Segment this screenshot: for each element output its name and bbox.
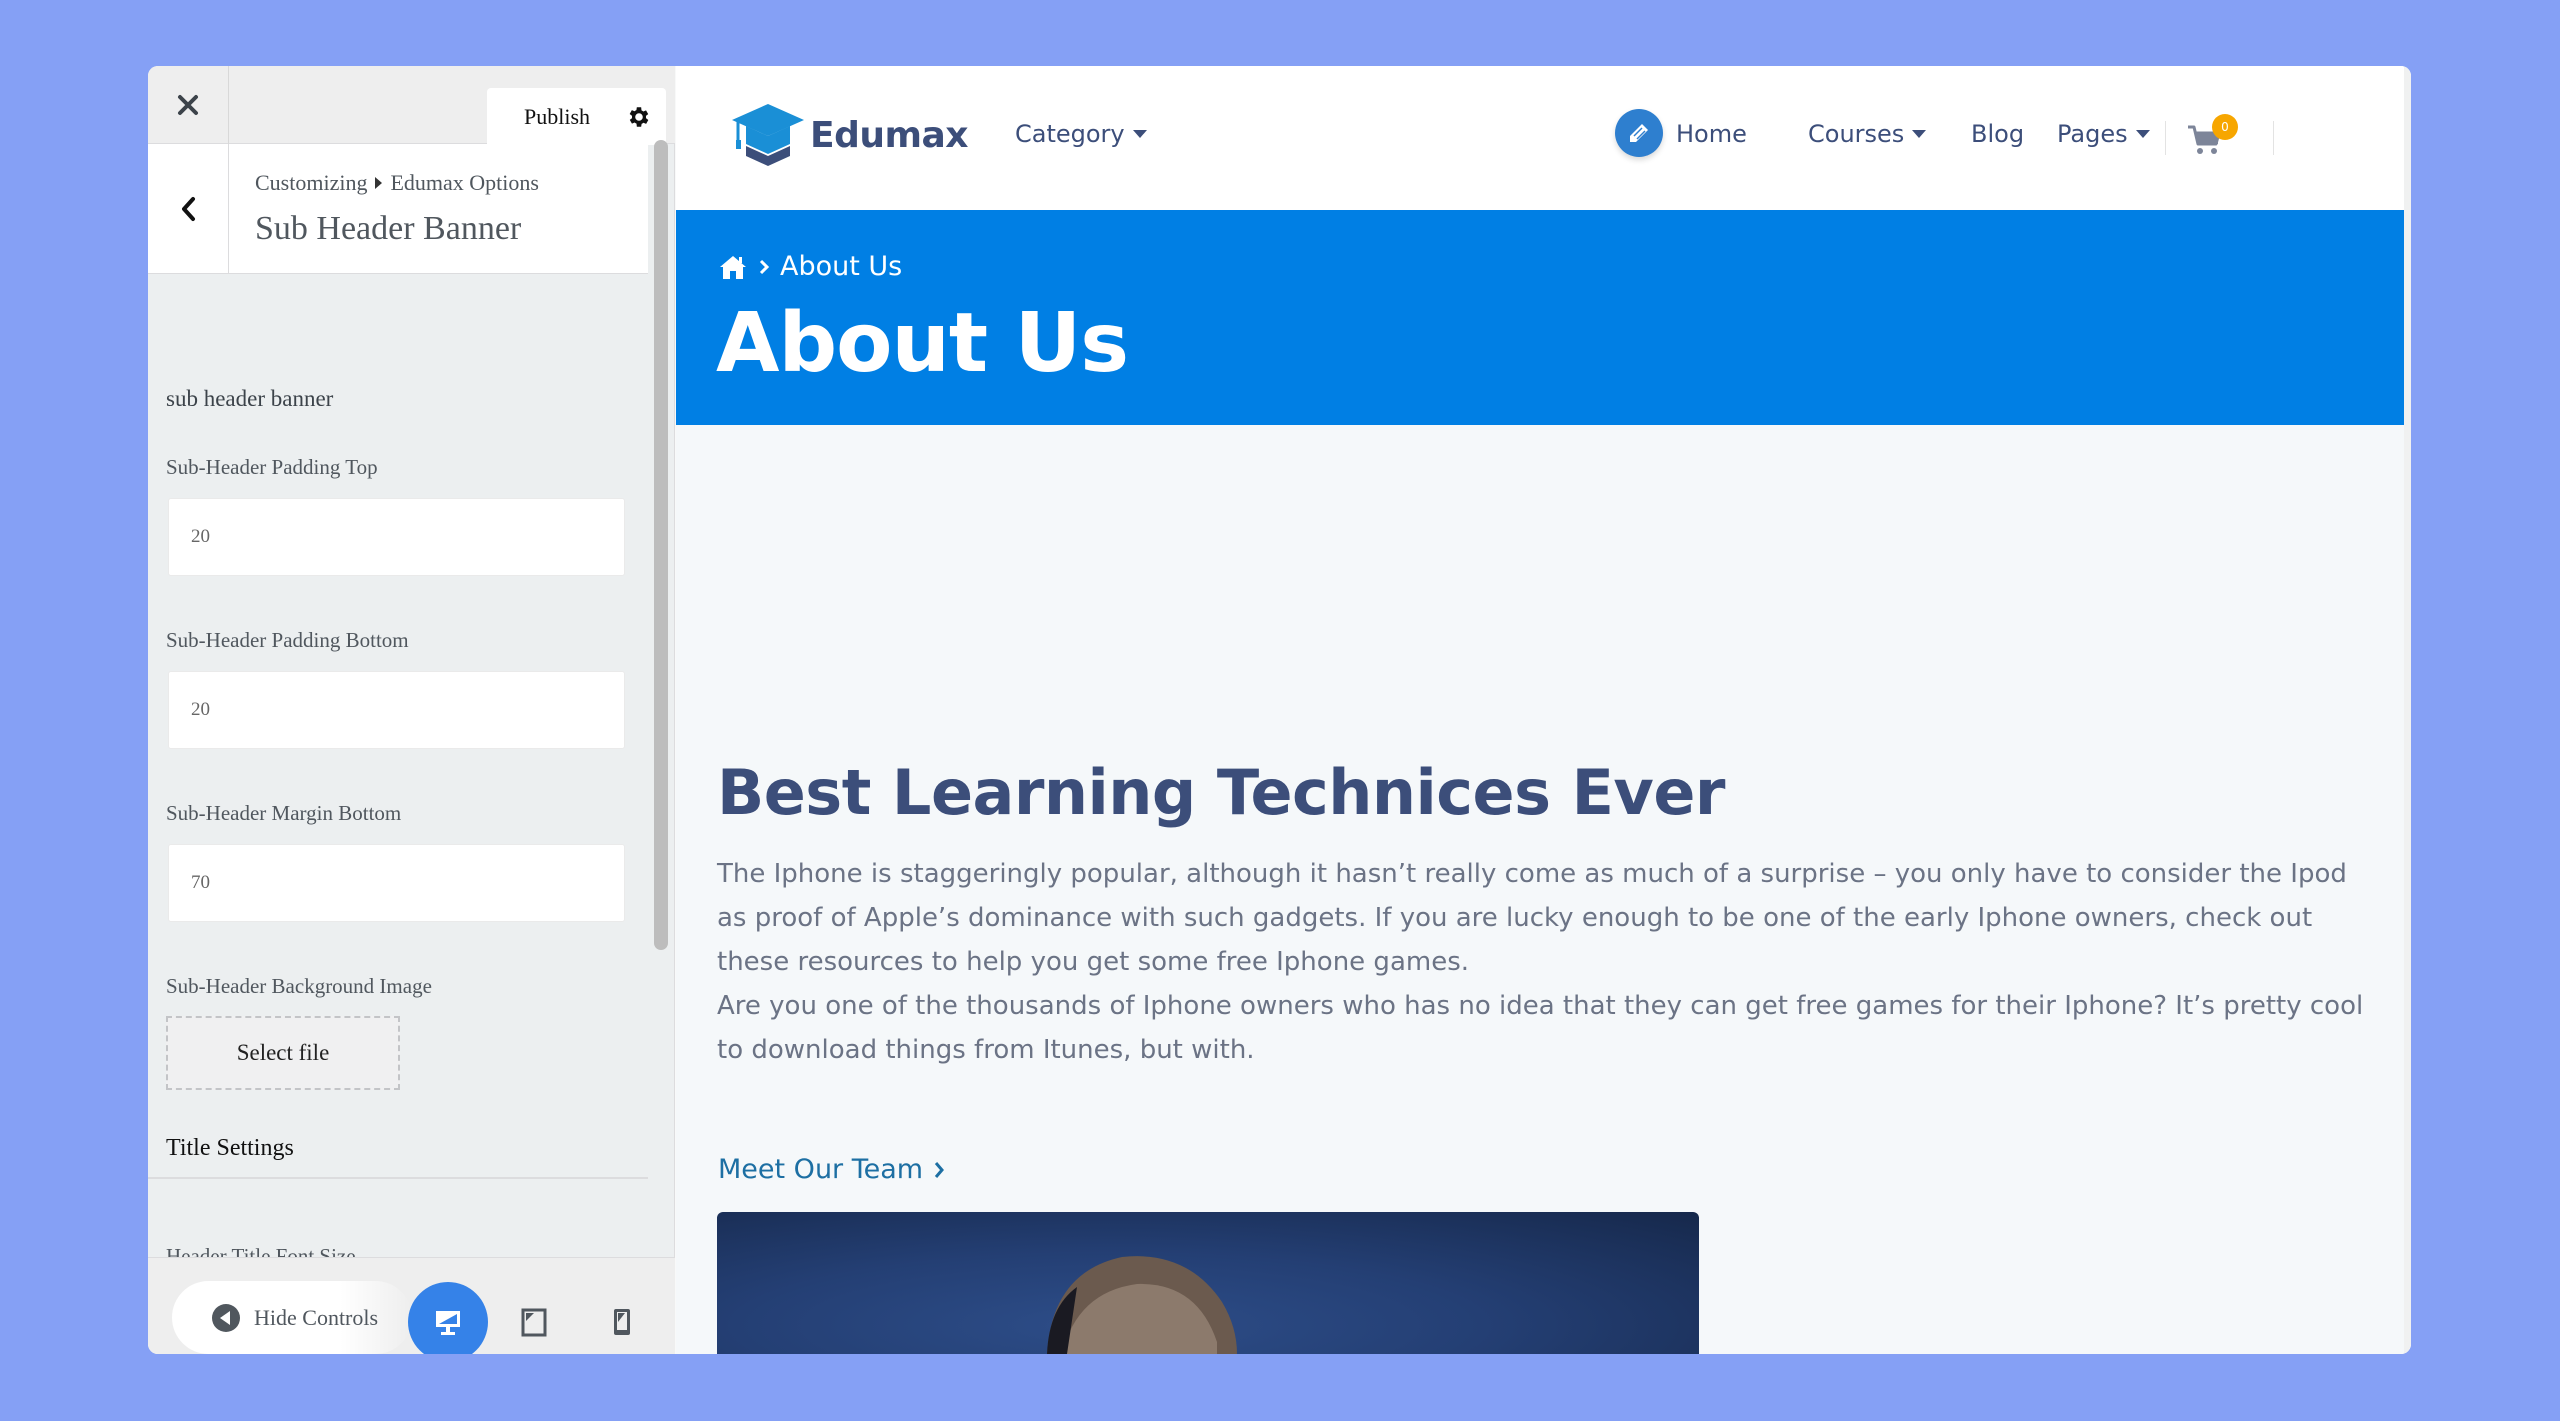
select-file-button[interactable]: Select file [166, 1016, 400, 1090]
section-heading: sub header banner [166, 386, 334, 411]
hide-controls-label: Hide Controls [254, 1304, 379, 1330]
nav-pages[interactable]: Pages [2057, 120, 2150, 148]
meet-our-team-label: Meet Our Team [718, 1154, 924, 1185]
meet-our-team-link[interactable]: Meet Our Team [718, 1154, 945, 1185]
chevron-right-icon [759, 259, 770, 274]
sidebar-scrollbar[interactable] [654, 140, 668, 950]
content-paragraph-2: Are you one of the thousands of Iphone o… [717, 991, 2364, 1065]
customizer-footer: Hide Controls [148, 1257, 675, 1354]
background-image-label: Sub-Header Background Image [166, 974, 432, 998]
padding-bottom-input[interactable] [168, 671, 625, 749]
customizer-sidebar: Publish Customizing Edumax Options Sub H… [148, 66, 675, 1354]
close-icon [178, 95, 198, 115]
nav-category-label: Category [1015, 120, 1125, 148]
hide-controls-button[interactable]: Hide Controls [172, 1281, 412, 1354]
chevron-left-icon [182, 197, 195, 221]
controls-list: sub header banner Sub-Header Padding Top… [148, 274, 648, 1323]
caret-down-icon [2135, 130, 2150, 138]
person-photo-image [1047, 1256, 1237, 1354]
nav-home[interactable]: Home [1676, 120, 1747, 148]
breadcrumb: Customizing Edumax Options [255, 170, 539, 196]
customizer-window: Publish Customizing Edumax Options Sub H… [148, 66, 2411, 1354]
banner-breadcrumb: About Us [718, 251, 902, 282]
panel-header: Customizing Edumax Options Sub Header Ba… [148, 144, 648, 274]
graduation-cap-icon [732, 104, 804, 166]
site-navbar: Edumax Category Home Courses Blog Pages … [676, 66, 2404, 210]
nav-category[interactable]: Category [1015, 120, 1147, 148]
padding-top-input[interactable] [168, 498, 625, 576]
publish-area: Publish [487, 88, 666, 145]
padding-top-label: Sub-Header Padding Top [166, 455, 378, 479]
title-settings-section: Title Settings [148, 1129, 648, 1179]
caret-right-icon [375, 177, 383, 189]
nav-divider [2165, 121, 2166, 155]
back-button[interactable] [148, 144, 229, 274]
preview-desktop-button[interactable] [408, 1282, 488, 1354]
sub-header-banner: About Us About Us [676, 210, 2404, 425]
caret-down-icon [1132, 130, 1147, 138]
collapse-left-icon [212, 1303, 240, 1332]
content-paragraph-1: The Iphone is staggeringly popular, alth… [717, 859, 2347, 977]
banner-title: About Us [716, 296, 1129, 391]
nav-blog[interactable]: Blog [1971, 120, 2024, 148]
title-settings-heading: Title Settings [166, 1135, 294, 1161]
pencil-icon [1630, 124, 1648, 142]
chevron-right-icon [934, 1161, 945, 1178]
mobile-icon [614, 1309, 630, 1335]
close-customizer-button[interactable] [148, 66, 229, 144]
gear-icon[interactable] [626, 104, 652, 130]
publish-button[interactable]: Publish [524, 104, 590, 130]
margin-bottom-input[interactable] [168, 844, 625, 922]
nav-blog-label: Blog [1971, 120, 2025, 148]
breadcrumb-current: About Us [780, 251, 903, 282]
breadcrumb-edumax-options: Edumax Options [390, 170, 539, 195]
padding-bottom-label: Sub-Header Padding Bottom [166, 628, 409, 652]
nav-pages-label: Pages [2057, 120, 2128, 148]
nav-divider [2273, 121, 2274, 155]
preview-mobile-button[interactable] [582, 1282, 662, 1354]
cart-count-badge: 0 [2212, 114, 2238, 140]
site-preview: Edumax Category Home Courses Blog Pages … [676, 66, 2411, 1354]
nav-home-label: Home [1676, 120, 1747, 148]
margin-bottom-label: Sub-Header Margin Bottom [166, 801, 402, 825]
panel-title: Sub Header Banner [255, 210, 522, 247]
caret-down-icon [1912, 130, 1927, 138]
content-heading: Best Learning Technices Ever [717, 756, 1725, 829]
tablet-icon [521, 1308, 547, 1337]
team-photo [717, 1212, 1699, 1354]
edit-button[interactable] [1615, 109, 1663, 157]
breadcrumb-customizing: Customizing [255, 170, 368, 195]
nav-courses-label: Courses [1808, 120, 1905, 148]
preview-tablet-button[interactable] [494, 1282, 574, 1354]
preview-scrollbar-track[interactable] [2404, 66, 2411, 1354]
nav-courses[interactable]: Courses [1808, 120, 1927, 148]
logo-text: Edumax [810, 114, 969, 156]
home-icon[interactable] [718, 254, 748, 280]
sidebar-top-bar: Publish [148, 66, 675, 145]
desktop-icon [436, 1311, 460, 1335]
site-logo[interactable]: Edumax [730, 102, 969, 168]
